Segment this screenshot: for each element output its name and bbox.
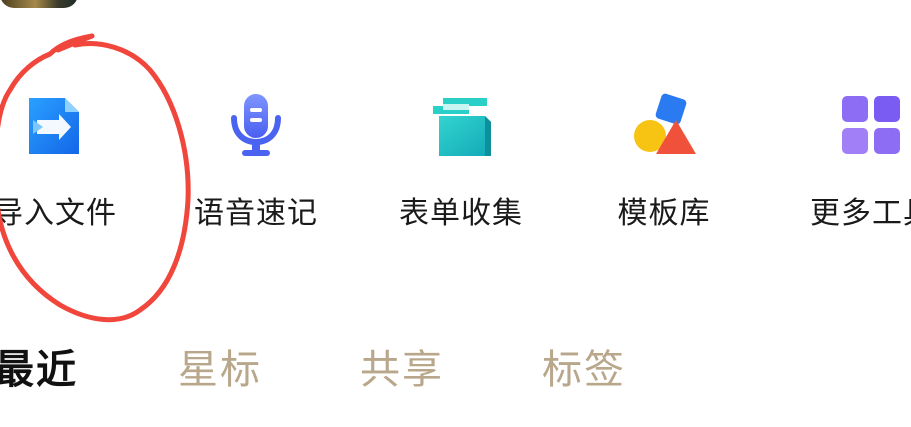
tab-recent[interactable]: 最近 [0, 342, 78, 398]
tool-template-library[interactable]: 模板库 [589, 92, 739, 242]
tab-starred[interactable]: 星标 [178, 342, 262, 398]
tool-form-collect[interactable]: 表单收集 [386, 92, 536, 242]
tool-label: 语音速记 [194, 196, 318, 231]
tool-label: 表单收集 [399, 196, 523, 231]
page: 导入文件 语音速记 表单收集 模板库 更多工 最近 星标 共享 标签 [0, 0, 911, 427]
template-library-icon [628, 92, 700, 160]
more-tools-icon [836, 92, 908, 160]
form-collect-icon [425, 92, 497, 160]
tool-voice-memo[interactable]: 语音速记 [181, 92, 331, 242]
tool-grid: 导入文件 语音速记 表单收集 模板库 更多工 [0, 0, 911, 300]
import-file-icon [19, 92, 91, 160]
tool-label: 更多工具 [810, 196, 911, 231]
tab-tags[interactable]: 标签 [542, 342, 626, 398]
file-tabs: 最近 星标 共享 标签 [0, 342, 911, 402]
tool-more-tools[interactable]: 更多工具 [797, 92, 911, 242]
tab-shared[interactable]: 共享 [360, 342, 444, 398]
tool-label: 模板库 [617, 196, 711, 231]
tool-import-file[interactable]: 导入文件 [0, 92, 130, 242]
voice-memo-icon [220, 92, 292, 160]
